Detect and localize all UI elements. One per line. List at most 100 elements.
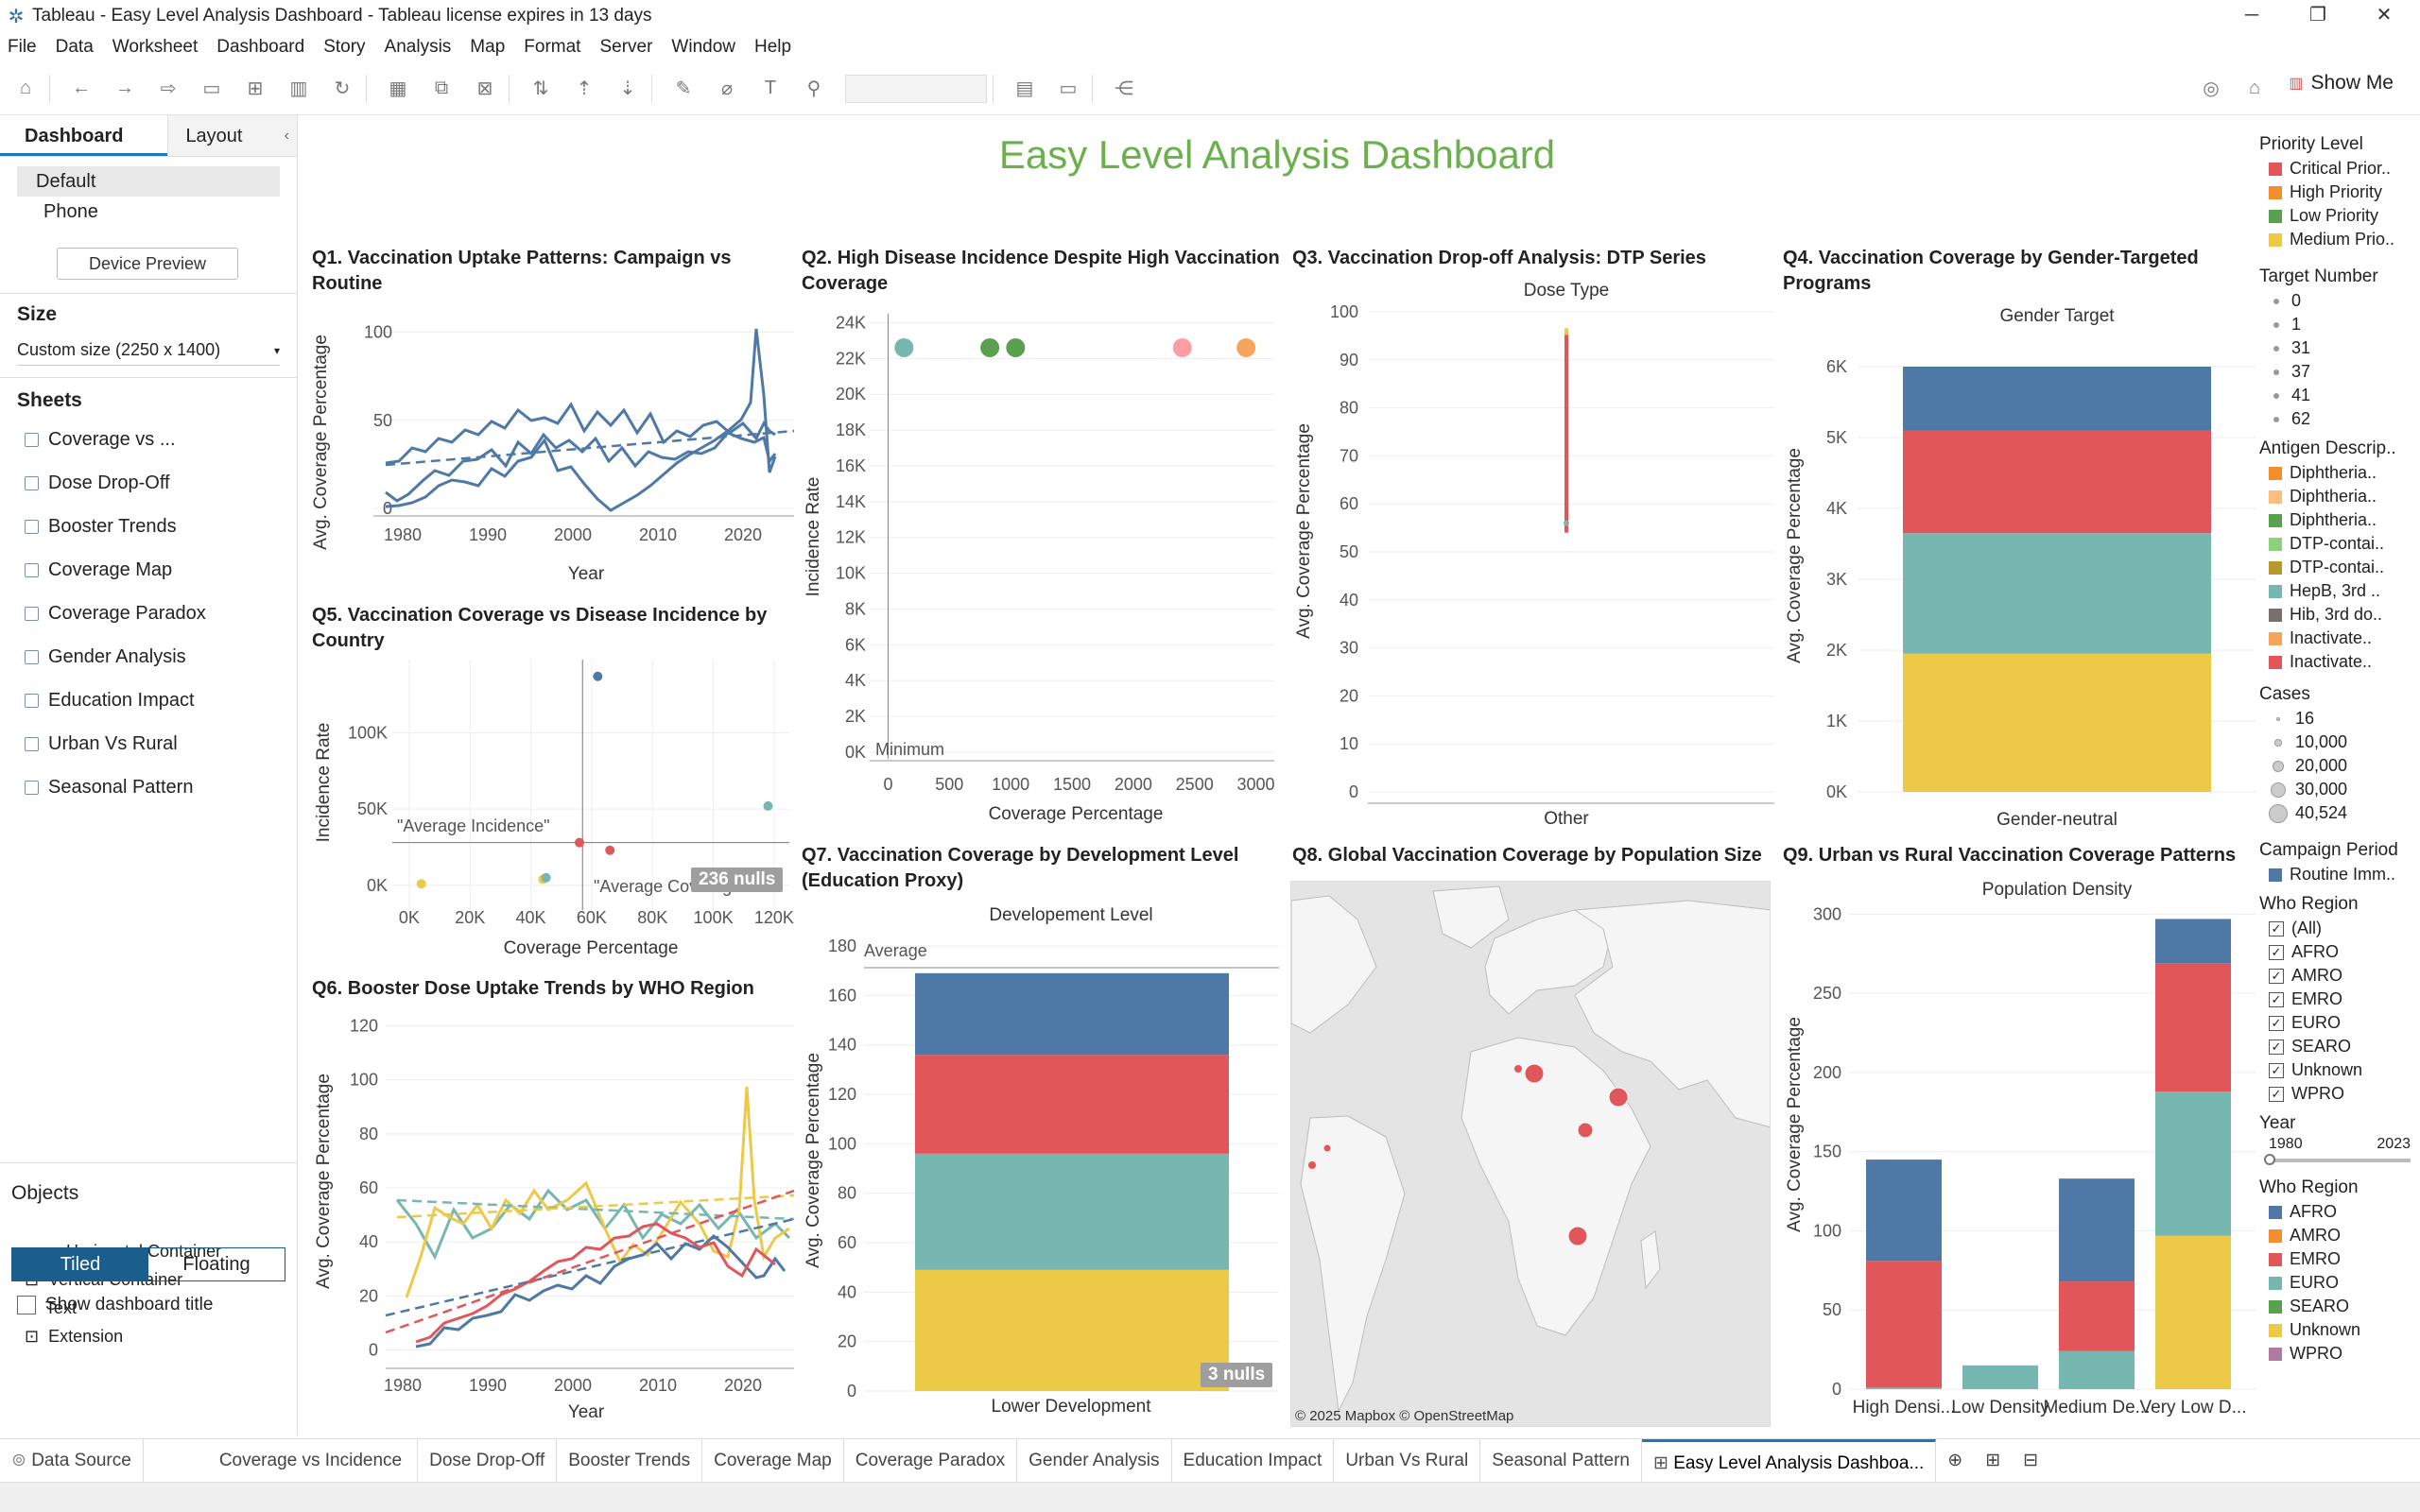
new-worksheet-icon[interactable]: ▦ (380, 73, 416, 105)
new-datasource-icon[interactable]: ⊞ (237, 73, 273, 105)
q5-point[interactable] (763, 800, 773, 811)
q1-line-chart[interactable]: 0 50 100 1980 1990 2000 2010 2020 Avg. Coverage… (312, 301, 794, 584)
legend-item[interactable]: 37 (2259, 360, 2420, 384)
legend-item[interactable]: Diphtheria.. (2259, 461, 2420, 485)
legend-item[interactable]: ✓ AMRO (2259, 964, 2420, 988)
legend-item[interactable]: WPRO (2259, 1342, 2420, 1366)
maximize-icon[interactable]: ❐ (2290, 0, 2346, 32)
q3-point[interactable] (1564, 520, 1569, 526)
legend-item[interactable]: Medium Prio.. (2259, 228, 2420, 251)
menu-window[interactable]: Window (671, 37, 735, 58)
tab-sheet[interactable]: Coverage Paradox (844, 1438, 1018, 1483)
legend-item[interactable]: 10,000 (2259, 730, 2420, 754)
q9-bar-segment[interactable] (1962, 1365, 2038, 1389)
legend-item[interactable]: 30,000 (2259, 778, 2420, 801)
q2-point[interactable] (980, 337, 1000, 357)
sort-desc-icon[interactable]: ⇣ (610, 73, 646, 105)
sheet-item[interactable]: Booster Trends (0, 505, 297, 548)
legend-item[interactable]: EMRO (2259, 1247, 2420, 1271)
legend-item[interactable]: 40,524 (2259, 801, 2420, 825)
tab-sheet[interactable]: Seasonal Pattern (1480, 1438, 1642, 1483)
legend-item[interactable]: 20,000 (2259, 754, 2420, 778)
q7-bar-segment[interactable] (915, 1269, 1229, 1391)
legend-item[interactable]: AFRO (2259, 1200, 2420, 1224)
legend-item[interactable]: DTP-contai.. (2259, 556, 2420, 579)
tab-data-source[interactable]: ⊚ Data Source (0, 1438, 144, 1483)
object-extension[interactable]: ⊡ Extension (11, 1322, 286, 1350)
menu-format[interactable]: Format (524, 37, 580, 58)
year-slider[interactable] (2264, 1154, 2411, 1165)
tab-dashboard-active[interactable]: ⊞ Easy Level Analysis Dashboa... (1641, 1438, 1937, 1483)
q9-bar-segment[interactable] (2059, 1350, 2135, 1389)
sort-asc-icon[interactable]: ⇡ (566, 73, 602, 105)
tab-sheet[interactable]: Urban Vs Rural (1334, 1438, 1481, 1483)
tab-sheet[interactable]: Coverage Map (702, 1438, 844, 1483)
legend-item[interactable]: Critical Prior.. (2259, 157, 2420, 180)
home-icon[interactable]: ⌂ (8, 73, 43, 105)
q2-point[interactable] (894, 337, 914, 357)
menu-server[interactable]: Server (599, 37, 652, 58)
sheet-item[interactable]: Seasonal Pattern (0, 765, 297, 809)
floating-button[interactable]: Floating (148, 1248, 285, 1280)
q6-line-chart[interactable]: 0 20 40 60 80 100 120 1980 1990 2000 2010 2020 Avg.… (312, 1011, 794, 1435)
q4-stacked-bar[interactable]: Gender Target 0K 1K 2K 3K 4K 5K 6K Avg. Covera… (1783, 301, 2256, 830)
tab-sheet[interactable]: Gender Analysis (1017, 1438, 1172, 1483)
q5-point[interactable] (593, 671, 603, 681)
legend-item[interactable]: 62 (2259, 407, 2420, 431)
q4-bar-segment[interactable] (1903, 653, 2211, 792)
explain-icon[interactable]: ◎ (2193, 73, 2229, 105)
legend-item[interactable]: 31 (2259, 336, 2420, 360)
tab-layout[interactable]: Layout ‹ (167, 115, 297, 156)
minimize-icon[interactable]: ─ (2223, 0, 2280, 32)
q7-nulls-badge[interactable]: 3 nulls (1201, 1363, 1273, 1387)
sheet-item[interactable]: Gender Analysis (0, 635, 297, 679)
legend-item[interactable]: Diphtheria.. (2259, 485, 2420, 508)
legend-item[interactable]: ✓ EURO (2259, 1011, 2420, 1035)
q2-point[interactable] (1006, 337, 1026, 357)
collapse-icon[interactable]: ‹ (285, 115, 289, 157)
sheet-item[interactable]: Coverage Map (0, 548, 297, 592)
q9-stacked-bar[interactable]: Population Density 0 50 100 150 200 250 300 Av… (1783, 879, 2256, 1435)
pin-icon[interactable]: ⚲ (796, 73, 832, 105)
legend-item[interactable]: Inactivate.. (2259, 650, 2420, 674)
q4-bar-segment[interactable] (1903, 367, 2211, 431)
q7-bar-segment[interactable] (915, 1153, 1229, 1270)
q9-bar-segment[interactable] (2059, 1178, 2135, 1282)
q4-bar-segment[interactable] (1903, 430, 2211, 534)
show-cards-icon[interactable]: ▤ (1007, 73, 1043, 105)
legend-item[interactable]: ✓ SEARO (2259, 1035, 2420, 1058)
q7-bar-segment[interactable] (915, 972, 1229, 1056)
size-dropdown[interactable]: Custom size (2250 x 1400) ▾ (17, 335, 280, 366)
presentation-icon[interactable]: ▭ (1050, 73, 1086, 105)
q5-point[interactable] (416, 879, 426, 889)
year-slider-handle-min[interactable] (2264, 1154, 2275, 1165)
legend-item[interactable]: 41 (2259, 384, 2420, 407)
swap-icon[interactable]: ⇅ (523, 73, 559, 105)
legend-item[interactable]: HepB, 3rd .. (2259, 579, 2420, 603)
label-icon[interactable]: T (752, 73, 788, 105)
device-phone[interactable]: Phone (17, 197, 280, 227)
fit-dropdown[interactable] (845, 74, 987, 103)
duplicate-icon[interactable]: ⧉ (424, 73, 459, 105)
q9-bar-segment[interactable] (1866, 1160, 1942, 1262)
share-icon[interactable]: ⋲ (1106, 73, 1142, 105)
legend-item[interactable]: 16 (2259, 707, 2420, 730)
show-title-checkbox[interactable] (17, 1296, 36, 1314)
legend-item[interactable]: ✓ Unknown (2259, 1058, 2420, 1082)
q5-scatter-chart[interactable]: 0K 50K 100K 0K 20K 40K 60K 80K 100K 120K Incidenc… (312, 660, 794, 962)
tab-sheet[interactable]: Dose Drop-Off (418, 1438, 558, 1483)
menu-help[interactable]: Help (754, 37, 791, 58)
new-worksheet-tab-icon[interactable]: ⊕ (1936, 1439, 1974, 1483)
tab-sheet[interactable]: Coverage vs Incidence (144, 1438, 419, 1483)
q9-bar-segment[interactable] (2155, 963, 2231, 1092)
replay-icon[interactable]: ⇨ (150, 73, 186, 105)
q5-point[interactable] (541, 872, 551, 883)
legend-item[interactable]: ✓ AFRO (2259, 940, 2420, 964)
menu-worksheet[interactable]: Worksheet (112, 37, 198, 58)
new-story-tab-icon[interactable]: ⊟ (2012, 1439, 2049, 1483)
legend-item[interactable]: High Priority (2259, 180, 2420, 204)
legend-item[interactable]: ✓ WPRO (2259, 1082, 2420, 1106)
sheet-item[interactable]: Coverage Paradox (0, 592, 297, 635)
sheet-item[interactable]: Coverage vs ... (0, 418, 297, 461)
legend-item[interactable]: Low Priority (2259, 204, 2420, 228)
